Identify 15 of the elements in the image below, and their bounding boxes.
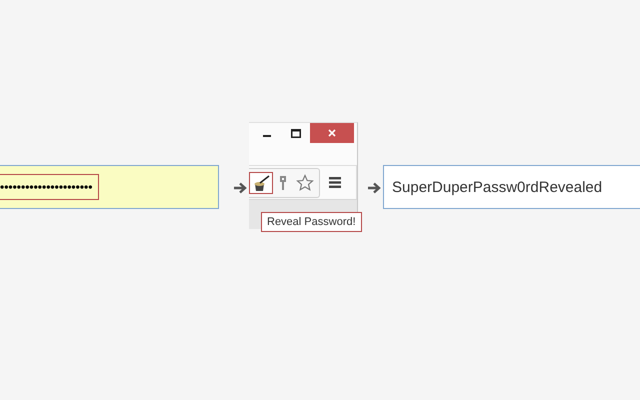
magic-hat-icon <box>252 174 270 192</box>
close-icon <box>328 129 336 137</box>
close-button[interactable] <box>310 123 354 143</box>
tooltip: Reveal Password! <box>261 212 362 232</box>
masked-password: •••••••••••••••••••••• <box>0 174 100 200</box>
password-field[interactable]: •••••••••••••••••••••• <box>0 165 219 209</box>
minimize-icon[interactable] <box>263 134 271 137</box>
star-icon <box>296 174 314 192</box>
arrow-icon <box>233 182 247 194</box>
password-field[interactable]: SuperDuperPassw0rdRevealed <box>383 165 640 209</box>
reveal-button[interactable] <box>249 172 273 194</box>
menu-icon[interactable] <box>329 177 341 188</box>
arrow-icon <box>367 182 381 194</box>
key-icon <box>278 174 288 190</box>
maximize-icon[interactable] <box>291 129 301 138</box>
